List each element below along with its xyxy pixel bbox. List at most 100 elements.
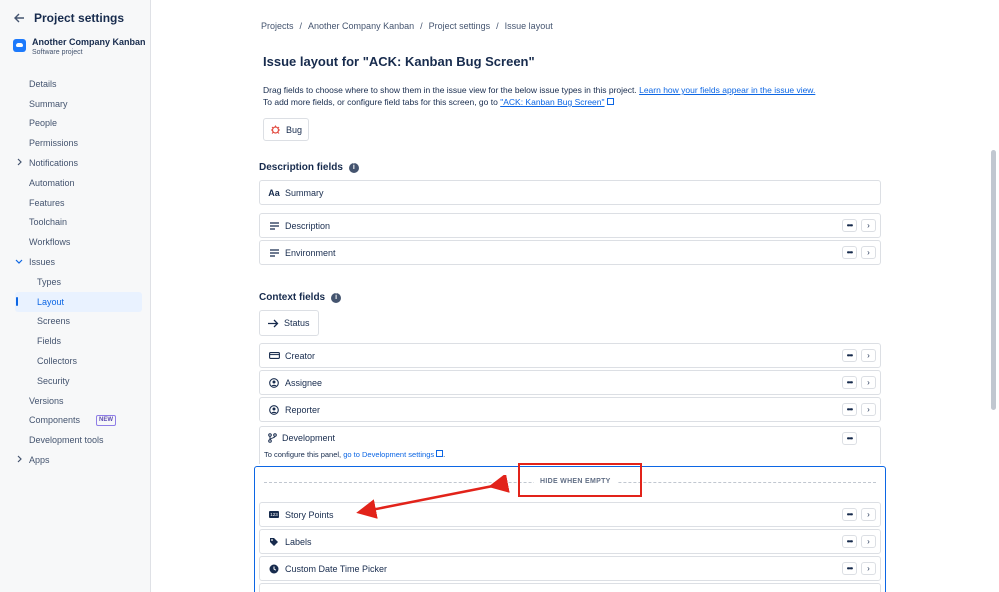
sidebar-item-apps[interactable]: Apps	[0, 450, 150, 470]
sidebar-item-label: Apps	[29, 455, 50, 466]
more-actions-button[interactable]: •••	[842, 403, 857, 416]
field-reporter[interactable]: Reporter ••• ›	[259, 397, 881, 422]
creator-icon	[268, 352, 280, 359]
breadcrumb-separator: /	[420, 21, 423, 31]
field-labels[interactable]: Labels ••• ›	[259, 529, 881, 554]
sidebar-item-label: Collectors	[37, 356, 78, 367]
info-icon[interactable]: i	[331, 292, 342, 303]
field-label: Status	[284, 318, 310, 328]
field-label: Creator	[285, 350, 316, 361]
more-actions-button[interactable]: •••	[842, 246, 857, 259]
note-text: To configure this panel,	[264, 450, 342, 459]
sidebar-item-label: Development tools	[29, 435, 104, 446]
scrollbar[interactable]	[991, 150, 996, 410]
sidebar-item-label: Layout	[37, 296, 65, 307]
open-field-button[interactable]: ›	[861, 349, 876, 362]
sidebar-item-label: Issues	[29, 257, 56, 268]
more-actions-button[interactable]: •••	[842, 349, 857, 362]
sidebar-item-label: Summary	[29, 98, 68, 109]
sidebar-item-workflows[interactable]: Workflows	[0, 232, 150, 252]
open-field-button[interactable]: ›	[861, 219, 876, 232]
open-field-button[interactable]: ›	[861, 535, 876, 548]
sidebar-item-automation[interactable]: Automation	[0, 173, 150, 193]
chevron-right-icon	[17, 158, 22, 166]
open-field-button[interactable]: ›	[861, 508, 876, 521]
project-type: Software project	[32, 49, 83, 56]
section-title: Description fields	[259, 162, 343, 173]
sidebar-item-layout[interactable]: Layout	[15, 291, 142, 312]
open-field-button[interactable]: ›	[861, 403, 876, 416]
field-summary[interactable]: Aa Summary	[259, 180, 881, 205]
context-fields-heading: Context fields i	[259, 292, 342, 303]
field-description[interactable]: Description ••• ›	[259, 213, 881, 238]
sidebar-item-features[interactable]: Features	[0, 193, 150, 213]
field-label: Development	[282, 433, 336, 443]
sidebar-item-development-tools[interactable]: Development tools	[0, 430, 150, 450]
sidebar-item-notifications[interactable]: Notifications	[0, 153, 150, 173]
development-title: Development	[268, 433, 335, 443]
sidebar-item-issues[interactable]: Issues	[0, 252, 150, 272]
breadcrumb-separator: /	[496, 21, 499, 31]
field-status[interactable]: Status	[259, 310, 319, 336]
field-label: Reporter	[285, 404, 321, 415]
info-icon[interactable]: i	[348, 162, 359, 173]
sidebar-item-components[interactable]: Components NEW	[0, 411, 150, 431]
field-label: Environment	[285, 247, 336, 258]
breadcrumb-separator: /	[299, 21, 303, 31]
more-actions-button[interactable]: •••	[842, 508, 857, 521]
sidebar-item-label: People	[29, 118, 58, 129]
sidebar-title: Project settings	[34, 11, 125, 25]
field-assignee[interactable]: Assignee ••• ›	[259, 370, 881, 395]
open-field-button[interactable]: ›	[861, 246, 876, 259]
branch-icon	[268, 433, 277, 443]
section-title: Context fields	[259, 292, 326, 303]
back-arrow-icon[interactable]	[12, 11, 26, 25]
sidebar-item-fields[interactable]: Fields	[0, 331, 150, 351]
sidebar-item-label: Notifications	[29, 158, 79, 169]
more-actions-button[interactable]: •••	[842, 432, 857, 445]
field-label: Custom Date Time Picker	[285, 563, 388, 574]
development-settings-link[interactable]: go to Development settings	[343, 450, 434, 459]
sidebar-item-permissions[interactable]: Permissions	[0, 133, 150, 153]
description-line2: To add more fields, or configure field t…	[263, 97, 498, 107]
back-row[interactable]: Project settings	[12, 11, 124, 25]
sidebar-item-summary[interactable]: Summary	[0, 94, 150, 114]
field-label: Summary	[285, 187, 324, 198]
field-custom-date-time-picker[interactable]: Custom Date Time Picker ••• ›	[259, 556, 881, 581]
more-actions-button[interactable]: •••	[842, 562, 857, 575]
sidebar-item-label: Fields	[37, 336, 62, 347]
issue-type-bug-chip[interactable]: Bug	[263, 118, 310, 141]
number-icon-text: 123	[269, 511, 279, 518]
field-environment[interactable]: Environment ••• ›	[259, 240, 881, 265]
field-development[interactable]: Development ••• To configure this panel,…	[259, 426, 881, 464]
field-creator[interactable]: Creator ••• ›	[259, 343, 881, 368]
screen-link[interactable]: "ACK: Kanban Bug Screen"	[500, 97, 604, 107]
sidebar-item-toolchain[interactable]: Toolchain	[0, 213, 150, 233]
learn-more-link[interactable]: Learn how your fields appear in the issu…	[639, 85, 815, 95]
text-field-icon: Aa	[268, 187, 280, 198]
page-description: Drag fields to choose where to show them…	[263, 84, 903, 108]
more-actions-button[interactable]: •••	[842, 535, 857, 548]
sidebar-item-types[interactable]: Types	[0, 272, 150, 292]
field-partial[interactable]	[259, 583, 881, 592]
breadcrumb-project[interactable]: Another Company Kanban	[308, 21, 414, 31]
bug-icon	[271, 125, 280, 134]
sidebar-item-versions[interactable]: Versions	[0, 391, 150, 411]
person-icon	[268, 404, 280, 415]
sidebar-item-screens[interactable]: Screens	[0, 312, 150, 332]
sidebar-item-details[interactable]: Details	[0, 74, 150, 94]
open-field-button[interactable]: ›	[861, 562, 876, 575]
sidebar-item-people[interactable]: People	[0, 114, 150, 134]
project-name: Another Company Kanban	[32, 37, 146, 47]
sidebar-item-security[interactable]: Security	[0, 371, 150, 391]
more-actions-button[interactable]: •••	[842, 219, 857, 232]
page-title: Issue layout for "ACK: Kanban Bug Screen…	[263, 54, 535, 69]
breadcrumb-projects[interactable]: Projects	[261, 21, 294, 31]
breadcrumb-project-settings[interactable]: Project settings	[429, 21, 491, 31]
open-field-button[interactable]: ›	[861, 376, 876, 389]
more-actions-button[interactable]: •••	[842, 376, 857, 389]
project-cloud-icon	[13, 39, 26, 52]
breadcrumb-issue-layout[interactable]: Issue layout	[505, 21, 553, 31]
sidebar-item-collectors[interactable]: Collectors	[0, 351, 150, 371]
field-label: Description	[285, 220, 331, 231]
